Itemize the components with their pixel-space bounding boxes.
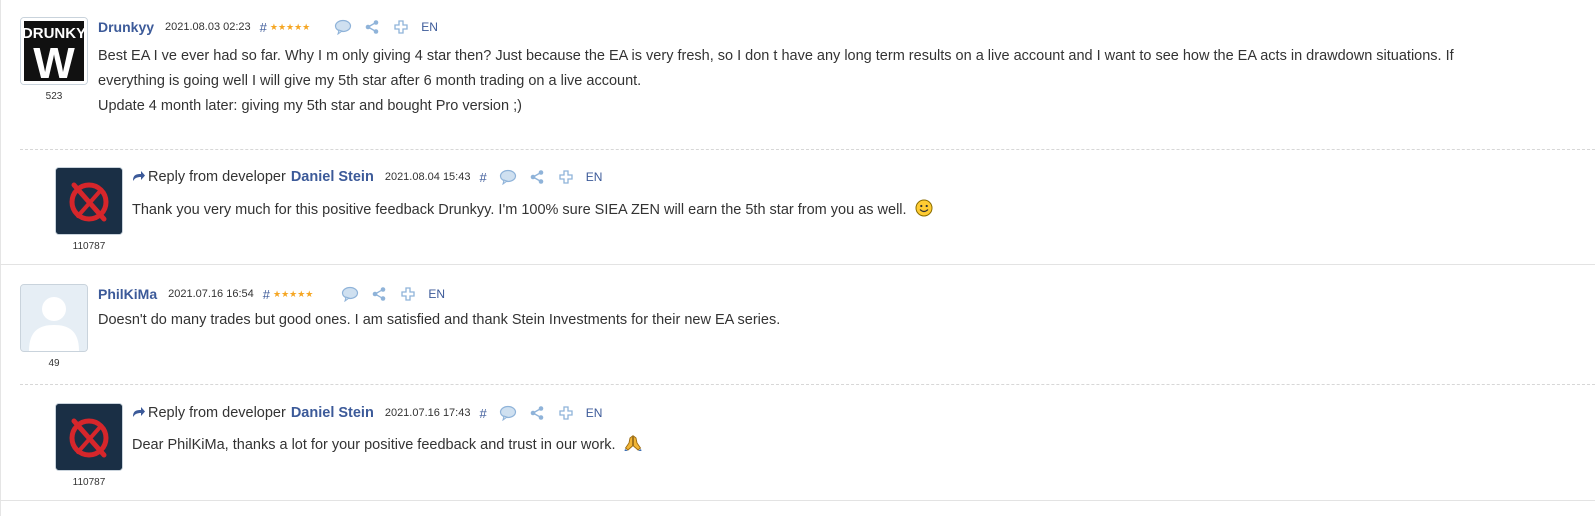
language-link[interactable]: EN — [586, 406, 603, 420]
review-divider — [0, 500, 1595, 501]
reply-meta: Reply from developer Daniel Stein 2021.0… — [132, 167, 1575, 187]
action-icons: EN — [341, 285, 445, 303]
avatar-column: 110787 — [55, 167, 123, 252]
share-icon[interactable] — [363, 18, 381, 36]
reply-divider — [20, 149, 1595, 150]
user-rating: 523 — [45, 91, 63, 102]
reply-text: Dear PhilKiMa, thanks a lot for your pos… — [132, 433, 1575, 461]
default-user-icon — [21, 285, 87, 351]
plus-icon[interactable] — [557, 168, 575, 186]
permalink-hash[interactable]: # — [479, 406, 486, 421]
action-icons: EN — [499, 404, 603, 422]
avatar[interactable] — [20, 284, 88, 352]
review-text-line: everything is going well I will give my … — [98, 73, 642, 89]
developer-avatar[interactable] — [55, 403, 123, 471]
permalink-hash[interactable]: # — [479, 170, 486, 185]
language-link[interactable]: EN — [428, 287, 445, 301]
review-content: PhilKiMa 2021.07.16 16:54 # ★★★★★ EN Doe… — [98, 284, 1595, 333]
share-icon[interactable] — [528, 168, 546, 186]
reply-label: Reply from developer — [148, 405, 286, 421]
review-item: 49 PhilKiMa 2021.07.16 16:54 # ★★★★★ EN — [20, 284, 1595, 374]
avatar-column: 110787 — [55, 403, 123, 488]
permalink-hash[interactable]: # — [263, 287, 270, 302]
reply-divider — [20, 384, 1595, 385]
developer-rating: 110787 — [72, 241, 106, 252]
review-text-line: Doesn't do many trades but good ones. I … — [98, 312, 781, 328]
share-icon[interactable] — [528, 404, 546, 422]
review-item: DRUNKY W 523 Drunkyy 2021.08.03 02:23 # … — [20, 17, 1595, 117]
action-icons: EN — [334, 18, 438, 36]
developer-avatar[interactable] — [55, 167, 123, 235]
reply-content: Reply from developer Daniel Stein 2021.0… — [132, 167, 1575, 226]
reply-label-wrap: Reply from developer — [132, 169, 286, 185]
author-link[interactable]: Drunkyy — [98, 19, 154, 35]
stein-logo-icon — [56, 404, 122, 470]
comment-icon[interactable] — [341, 285, 359, 303]
review-text: Doesn't do many trades but good ones. I … — [98, 308, 1595, 333]
stein-logo-icon — [56, 168, 122, 234]
review-date: 2021.08.03 02:23 — [165, 21, 251, 33]
comment-icon[interactable] — [499, 168, 517, 186]
reply-content: Reply from developer Daniel Stein 2021.0… — [132, 403, 1575, 461]
review-text: Best EA I ve ever had so far. Why I m on… — [98, 44, 1595, 119]
developer-link[interactable]: Daniel Stein — [291, 405, 374, 421]
reply-label-wrap: Reply from developer — [132, 405, 286, 421]
share-icon[interactable] — [370, 285, 388, 303]
review-text-line: Best EA I ve ever had so far. Why I m on… — [98, 48, 1454, 64]
star-rating: ★★★★★ — [269, 21, 311, 32]
developer-link[interactable]: Daniel Stein — [291, 169, 374, 185]
reply-date: 2021.07.16 17:43 — [384, 407, 471, 419]
review-date: 2021.07.16 16:54 — [168, 288, 254, 300]
reply-text: Thank you very much for this positive fe… — [132, 198, 1575, 226]
comment-icon[interactable] — [499, 404, 517, 422]
star-rating: ★★★★★ — [273, 288, 314, 299]
comment-icon[interactable] — [334, 18, 352, 36]
developer-reply: 110787 Reply from developer Daniel Stein… — [55, 167, 1575, 257]
plus-icon[interactable] — [399, 285, 417, 303]
drunkyy-avatar-image: DRUNKY W — [21, 18, 87, 84]
developer-rating: 110787 — [72, 477, 106, 488]
developer-reply: 110787 Reply from developer Daniel Stein… — [55, 403, 1575, 493]
avatar-column: DRUNKY W 523 — [20, 17, 88, 102]
smiley-emoji — [915, 199, 933, 226]
language-link[interactable]: EN — [586, 170, 603, 184]
language-link[interactable]: EN — [421, 20, 438, 34]
reply-text-content: Thank you very much for this positive fe… — [132, 202, 907, 218]
author-link[interactable]: PhilKiMa — [98, 286, 157, 302]
reply-text-content: Dear PhilKiMa, thanks a lot for your pos… — [132, 437, 616, 453]
reply-label: Reply from developer — [148, 169, 286, 185]
user-rating: 49 — [48, 358, 60, 369]
reply-arrow-icon — [132, 405, 145, 421]
left-border — [0, 0, 1, 516]
folded-hands-emoji — [624, 434, 642, 461]
reply-arrow-icon — [132, 169, 145, 185]
review-text-line: Update 4 month later: giving my 5th star… — [98, 98, 522, 114]
review-content: Drunkyy 2021.08.03 02:23 # ★★★★★ EN Best… — [98, 17, 1595, 119]
reply-meta: Reply from developer Daniel Stein 2021.0… — [132, 403, 1575, 423]
plus-icon[interactable] — [557, 404, 575, 422]
avatar-column: 49 — [20, 284, 88, 369]
permalink-hash[interactable]: # — [260, 20, 267, 35]
avatar-text-bottom: W — [33, 39, 75, 84]
reply-date: 2021.08.04 15:43 — [384, 171, 471, 183]
action-icons: EN — [499, 168, 603, 186]
review-meta: PhilKiMa 2021.07.16 16:54 # ★★★★★ EN — [98, 284, 1595, 304]
avatar[interactable]: DRUNKY W — [20, 17, 88, 85]
plus-icon[interactable] — [392, 18, 410, 36]
review-divider — [0, 264, 1595, 265]
review-meta: Drunkyy 2021.08.03 02:23 # ★★★★★ EN — [98, 17, 1595, 37]
